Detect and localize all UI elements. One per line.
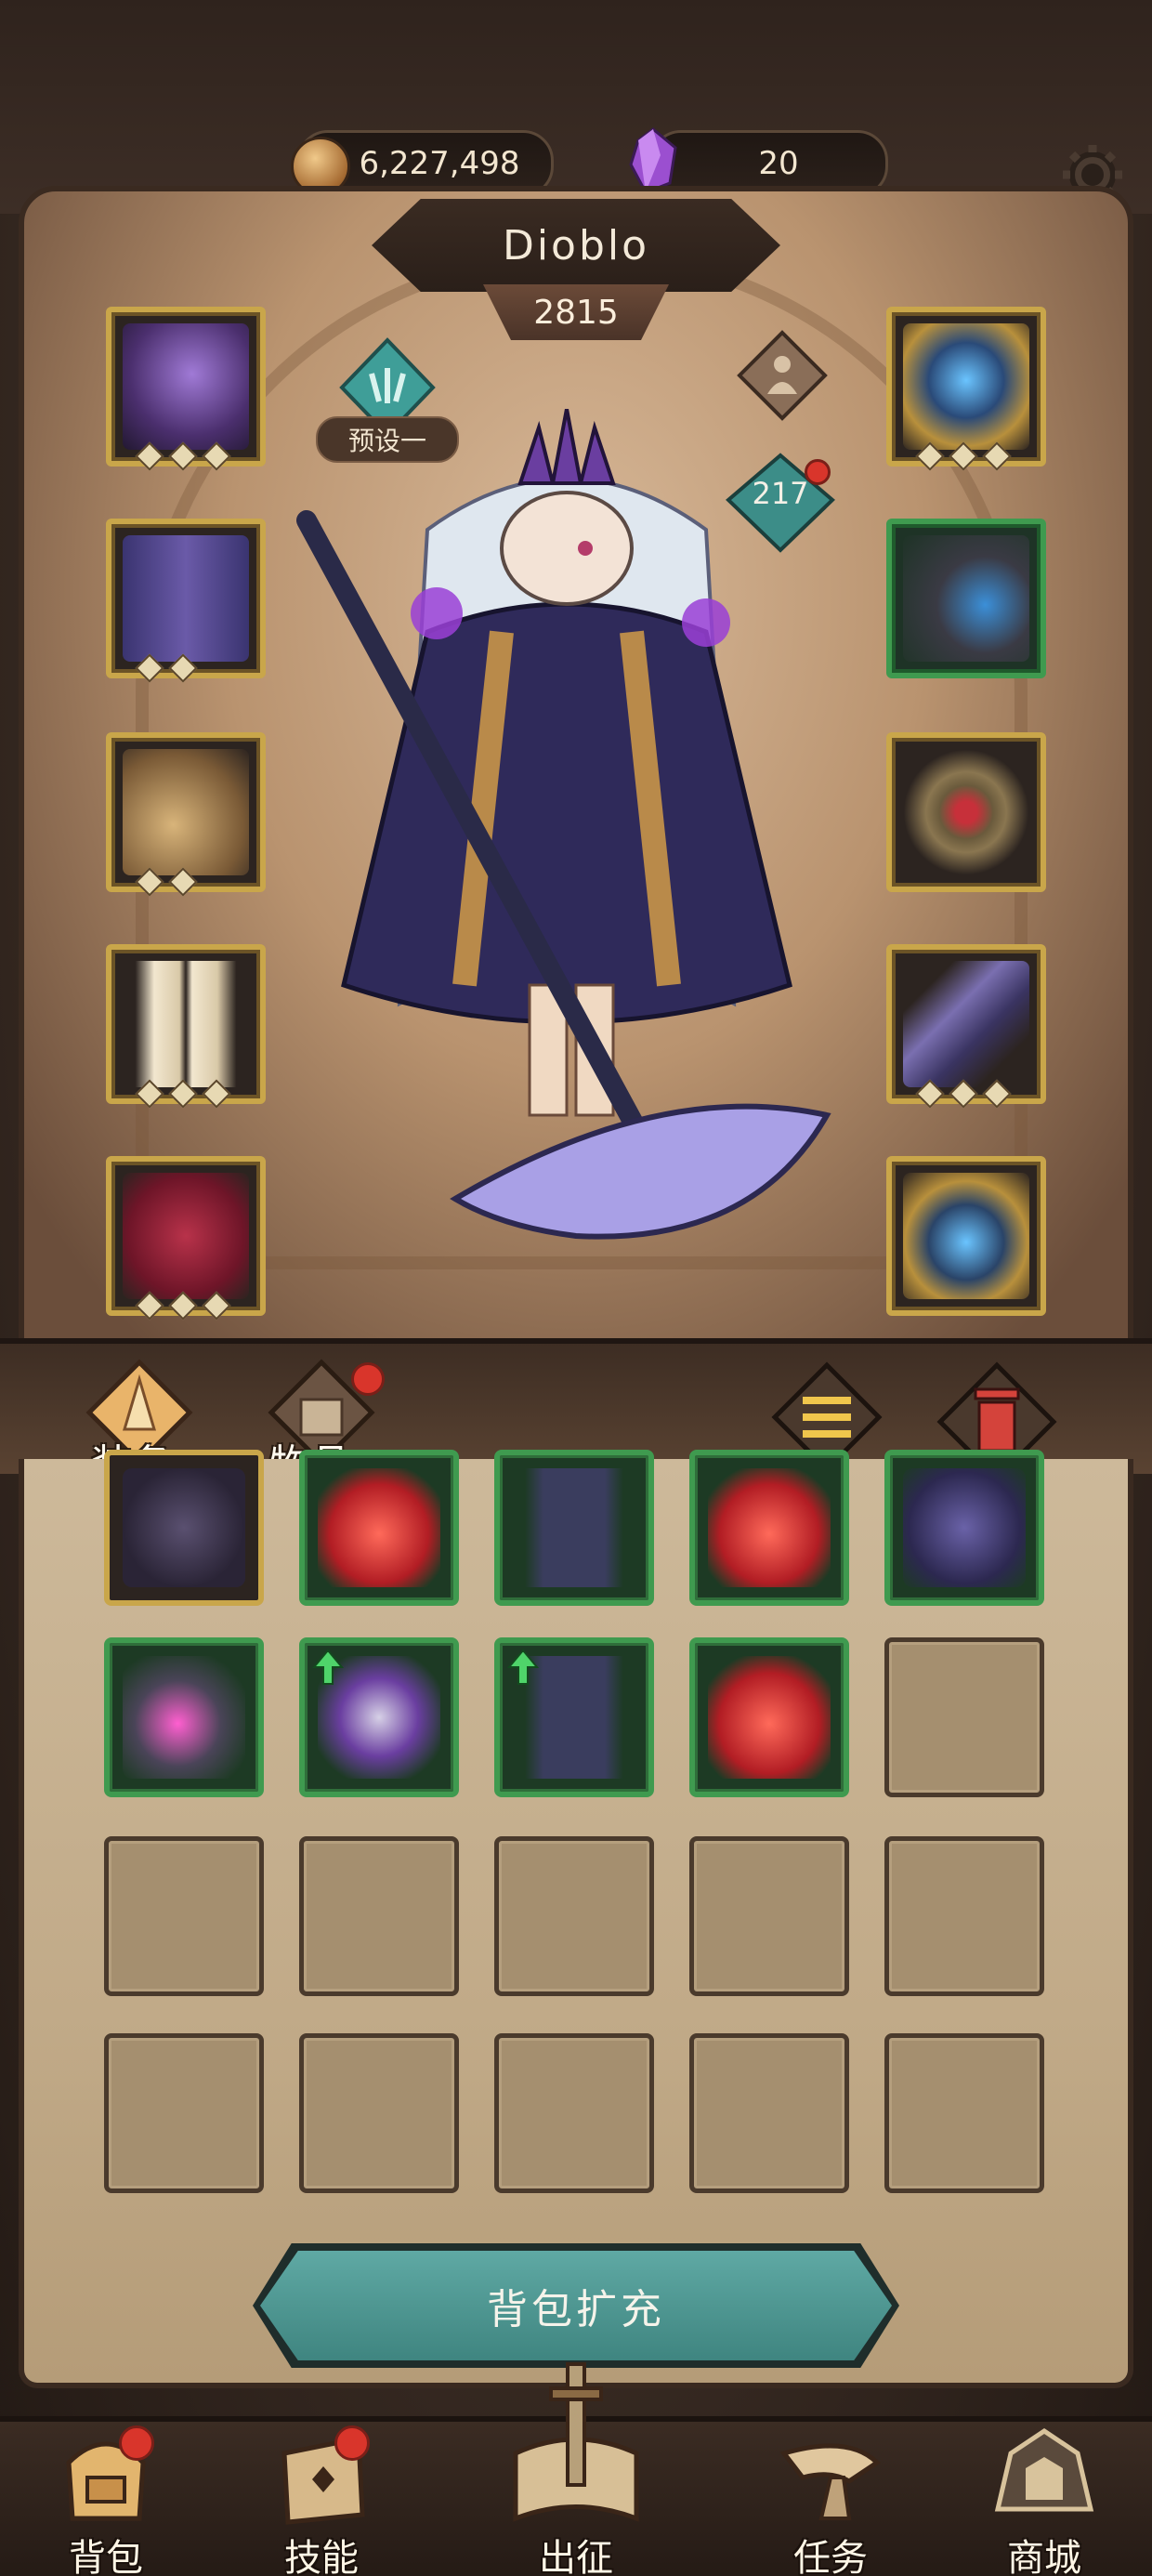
inventory-cell-empty[interactable] <box>689 1836 849 1996</box>
nav-backpack[interactable]: 背包 <box>22 2425 190 2576</box>
inventory-cell[interactable] <box>104 1450 264 1606</box>
slot-gems <box>915 441 1012 471</box>
inventory-cell[interactable] <box>299 1637 459 1797</box>
items-tab-notification-dot <box>351 1362 385 1396</box>
expedition-map-sword-icon <box>513 2362 639 2522</box>
offhand-slot[interactable] <box>886 944 1046 1109</box>
upgrade-arrow-icon <box>312 1649 344 1685</box>
helmet-slot[interactable] <box>106 307 266 471</box>
inventory-cell[interactable] <box>884 1450 1044 1606</box>
inventory-cell-empty[interactable] <box>299 1836 459 1996</box>
inventory-cell[interactable] <box>299 1450 459 1606</box>
shop-castle-icon <box>994 2427 1094 2512</box>
bracer-item <box>123 749 249 875</box>
nav-expedition-label: 出征 <box>539 2537 613 2576</box>
red-flame-item <box>708 1468 831 1587</box>
helmet-item <box>123 323 249 450</box>
backpack-notification-dot <box>119 2425 154 2461</box>
hooded-armor-item <box>123 1468 245 1587</box>
slot-gems <box>135 1079 231 1109</box>
inventory-cell-empty[interactable] <box>494 1836 654 1996</box>
purple-gem-icon <box>629 127 677 194</box>
nav-shop-label: 商城 <box>1007 2537 1081 2576</box>
inventory-cell-empty[interactable] <box>494 2033 654 2193</box>
amulet-slot[interactable] <box>886 519 1046 678</box>
boots-slot[interactable] <box>106 1156 266 1321</box>
expand-inventory-label: 背包扩充 <box>487 2286 665 2333</box>
slot-gems <box>135 1291 231 1321</box>
inventory-cell-empty[interactable] <box>689 2033 849 2193</box>
hero-power-plate: 2815 <box>483 284 669 340</box>
ring-item <box>903 749 1029 875</box>
nav-skills-label: 技能 <box>284 2537 359 2576</box>
upgrade-arrow-icon <box>507 1649 539 1685</box>
leggings-item-dark <box>513 1468 635 1587</box>
nav-backpack-label: 背包 <box>69 2537 143 2576</box>
hero-power: 2815 <box>533 293 619 332</box>
inventory-cell-empty[interactable] <box>884 2033 1044 2193</box>
crest-slot[interactable] <box>886 1156 1046 1316</box>
gem-amount: 20 <box>758 145 799 182</box>
inventory-cell-empty[interactable] <box>884 1637 1044 1797</box>
hero-class-icon <box>737 330 828 421</box>
red-flame-item <box>318 1468 440 1587</box>
inventory-cell-empty[interactable] <box>104 1836 264 1996</box>
nav-skills[interactable]: 技能 <box>238 2425 405 2576</box>
amulet-item <box>903 535 1029 662</box>
nav-shop[interactable]: 商城 <box>961 2425 1128 2576</box>
slot-gems <box>135 441 231 471</box>
nav-quests-label: 任务 <box>793 2537 868 2576</box>
inventory-cell-empty[interactable] <box>299 2033 459 2193</box>
hero-character-image <box>296 409 831 1240</box>
skills-notification-dot <box>334 2425 370 2461</box>
ring-slot[interactable] <box>886 732 1046 892</box>
game-screen: 6,227,498 20 Dioblo 2815 预设一 217 背包扩充 背包… <box>0 0 1152 2576</box>
gauntlet-item <box>123 1656 245 1779</box>
inventory-cell[interactable] <box>494 1637 654 1797</box>
coin-amount: 6,227,498 <box>359 145 520 182</box>
quest-horn-icon <box>779 2443 881 2520</box>
leggings-item <box>123 961 249 1087</box>
armor-slot[interactable] <box>106 519 266 683</box>
weapon-slot[interactable] <box>886 307 1046 471</box>
hero-name-banner: Dioblo <box>372 199 780 292</box>
top-bar <box>0 0 1152 214</box>
red-flame-item <box>708 1656 831 1779</box>
bracer-slot[interactable] <box>106 732 266 897</box>
offhand-item <box>903 961 1029 1087</box>
boots-item-dark <box>903 1468 1026 1587</box>
nav-expedition[interactable]: 出征 <box>492 2362 660 2576</box>
weapon-item <box>903 323 1029 450</box>
inventory-cell-empty[interactable] <box>884 1836 1044 1996</box>
boots-item <box>123 1173 249 1299</box>
inventory-cell[interactable] <box>494 1450 654 1606</box>
leggings-slot[interactable] <box>106 944 266 1109</box>
inventory-cell[interactable] <box>689 1450 849 1606</box>
inventory-cell[interactable] <box>689 1637 849 1797</box>
armor-item <box>123 535 249 662</box>
slot-gems <box>135 867 198 897</box>
inventory-cell[interactable] <box>104 1637 264 1797</box>
hero-name: Dioblo <box>502 221 650 269</box>
expand-inventory-button[interactable]: 背包扩充 <box>260 2251 892 2360</box>
slot-gems <box>915 1079 1012 1109</box>
crest-item <box>903 1173 1029 1299</box>
slot-gems <box>135 653 198 683</box>
nav-quests[interactable]: 任务 <box>747 2425 914 2576</box>
inventory-cell-empty[interactable] <box>104 2033 264 2193</box>
